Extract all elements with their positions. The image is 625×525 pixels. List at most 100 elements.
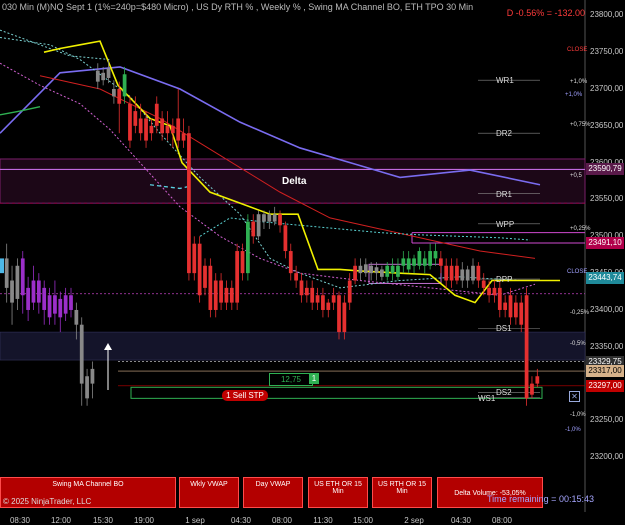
candle-body-29	[160, 118, 164, 134]
day-vwap-tile[interactable]: Day VWAP	[243, 477, 303, 508]
candle-body-71	[385, 265, 390, 277]
candle-body-63	[342, 302, 347, 333]
us-rth-or-tile[interactable]: US RTH OR 15 Min	[372, 477, 432, 508]
candle-body-2	[15, 265, 20, 299]
wkly-vwap-tile[interactable]: Wkly VWAP	[179, 477, 239, 508]
pivot-label: DS1	[496, 324, 512, 334]
candle-body-49	[267, 214, 272, 222]
candle-body-42	[229, 287, 234, 303]
percent-level-label: -0,25%	[570, 310, 590, 317]
candle-body-99	[535, 376, 540, 384]
candle-body-59	[321, 295, 325, 310]
candle-body-84	[455, 265, 459, 281]
x-tick-label: 12:00	[50, 516, 72, 525]
candle-body-98	[530, 383, 534, 395]
candle-body-33	[181, 133, 186, 141]
candle-body-90	[487, 287, 491, 296]
candle-body-34	[187, 133, 191, 274]
percent-level-label: -0,5%	[570, 341, 586, 348]
candle-body-80	[433, 251, 438, 259]
candle-body-40	[219, 280, 223, 303]
candle-body-92	[497, 287, 502, 310]
candle-body-53	[288, 251, 293, 274]
candle-body-24	[133, 111, 138, 126]
position-qty-box[interactable]: 12,75	[269, 373, 313, 386]
candle-body-30	[165, 125, 170, 134]
us-eth-or-tile[interactable]: US ETH OR 15 Min	[308, 477, 368, 508]
candle-body-4	[26, 287, 30, 310]
percent-level-label: +0,5	[570, 173, 582, 180]
pivot-label: WR1	[496, 76, 514, 86]
y-tick-label: 23400,00	[590, 304, 624, 314]
candle-body-70	[380, 269, 384, 277]
price-tag: 23297,00	[586, 379, 624, 392]
x-tick-label: 2 sep	[404, 516, 424, 525]
candle-body-27	[149, 125, 154, 134]
candle-body-25	[138, 118, 143, 134]
candle-body-32	[176, 118, 181, 141]
candle-body-20	[112, 89, 116, 97]
candle-body-95	[514, 302, 518, 318]
candle-body-65	[353, 265, 357, 281]
candle-body-74	[401, 258, 406, 266]
time-remaining: Time remaining = 00:15:43	[487, 494, 594, 504]
candle-body-60	[326, 302, 331, 310]
candle-body-78	[422, 258, 427, 266]
candle-body-13	[74, 309, 79, 325]
y-tick-label: 23350,00	[590, 341, 624, 351]
price-tag: 23491,10	[586, 236, 624, 249]
candle-body-22	[122, 74, 127, 97]
candle-body-3	[20, 258, 25, 296]
pivot-label: WPP	[496, 219, 515, 229]
candle-body-14	[79, 324, 84, 384]
candle-body-69	[374, 267, 379, 274]
candle-body-58	[315, 295, 320, 303]
percent-level-label: +0,25%	[570, 225, 591, 232]
candle-body-19	[106, 68, 111, 78]
candle-body-31	[170, 125, 175, 134]
x-tick-label: 11:30	[313, 516, 333, 525]
left-cyan-mark	[0, 258, 4, 274]
percent-level-label: CLOSE	[567, 269, 588, 276]
candle-body-39	[213, 280, 218, 310]
x-tick-label: 1 sep	[185, 516, 205, 525]
x-tick-label: 08:00	[491, 516, 513, 525]
pnl-readout: D -0.56% = -132.00	[506, 8, 585, 18]
percent-level-label: +1,0%	[570, 79, 588, 86]
candle-body-81	[438, 258, 443, 266]
candle-body-88	[476, 265, 481, 281]
candle-body-38	[208, 265, 213, 310]
candle-body-55	[299, 280, 304, 296]
candle-body-96	[519, 302, 524, 325]
candle-body-66	[358, 265, 363, 274]
price-chart[interactable]	[0, 0, 625, 525]
candle-body-73	[396, 265, 400, 277]
candle-body-97	[524, 295, 529, 399]
close-order-icon[interactable]: ✕	[569, 391, 580, 402]
candle-body-41	[224, 287, 229, 303]
pivot-label: DR1	[496, 189, 513, 199]
sell-stop-order[interactable]: 1 Sell STP	[222, 390, 268, 401]
candle-body-75	[406, 258, 411, 270]
upper-channel-dotted	[0, 29, 111, 61]
x-tick-label: 15:00	[352, 516, 374, 525]
pivot-label: DS2	[496, 388, 512, 398]
position-side-box[interactable]: 1	[309, 373, 319, 384]
candle-body-43	[235, 251, 240, 303]
pivot-label: DR2	[496, 129, 513, 139]
x-tick-label: 08:30	[9, 516, 31, 525]
percent-level-label: CLOSE	[567, 46, 588, 53]
candle-body-79	[428, 251, 432, 266]
x-tick-label: 19:00	[133, 516, 155, 525]
candle-body-8	[47, 295, 52, 318]
candle-body-57	[310, 287, 315, 303]
candle-body-62	[337, 295, 341, 333]
candle-body-93	[503, 302, 508, 310]
candle-body-7	[42, 287, 47, 310]
candle-body-85	[460, 269, 465, 281]
candle-body-87	[471, 265, 475, 281]
chart-title: 030 Min (M)NQ Sept 1 (1%=240p=$480 Micro…	[2, 2, 474, 12]
candle-body-61	[331, 295, 336, 303]
candle-body-44	[240, 251, 245, 274]
delta-label: Delta	[282, 176, 307, 187]
